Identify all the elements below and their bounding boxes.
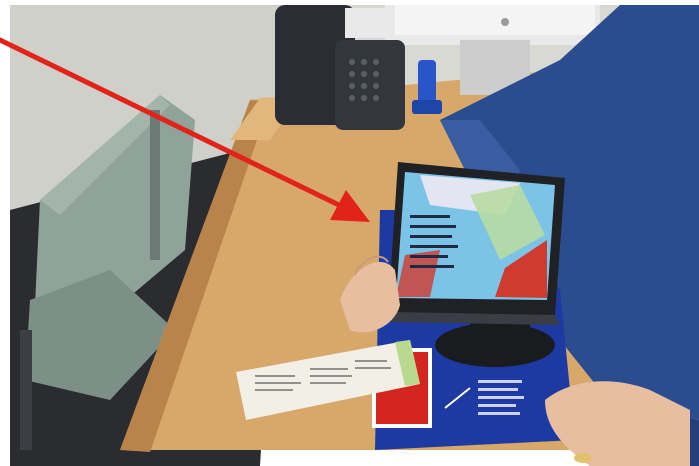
tablet — [385, 162, 565, 325]
apple-logo-icon — [501, 18, 509, 26]
ring — [574, 453, 592, 463]
photo-scene — [0, 0, 699, 466]
scene-illustration — [0, 0, 699, 466]
